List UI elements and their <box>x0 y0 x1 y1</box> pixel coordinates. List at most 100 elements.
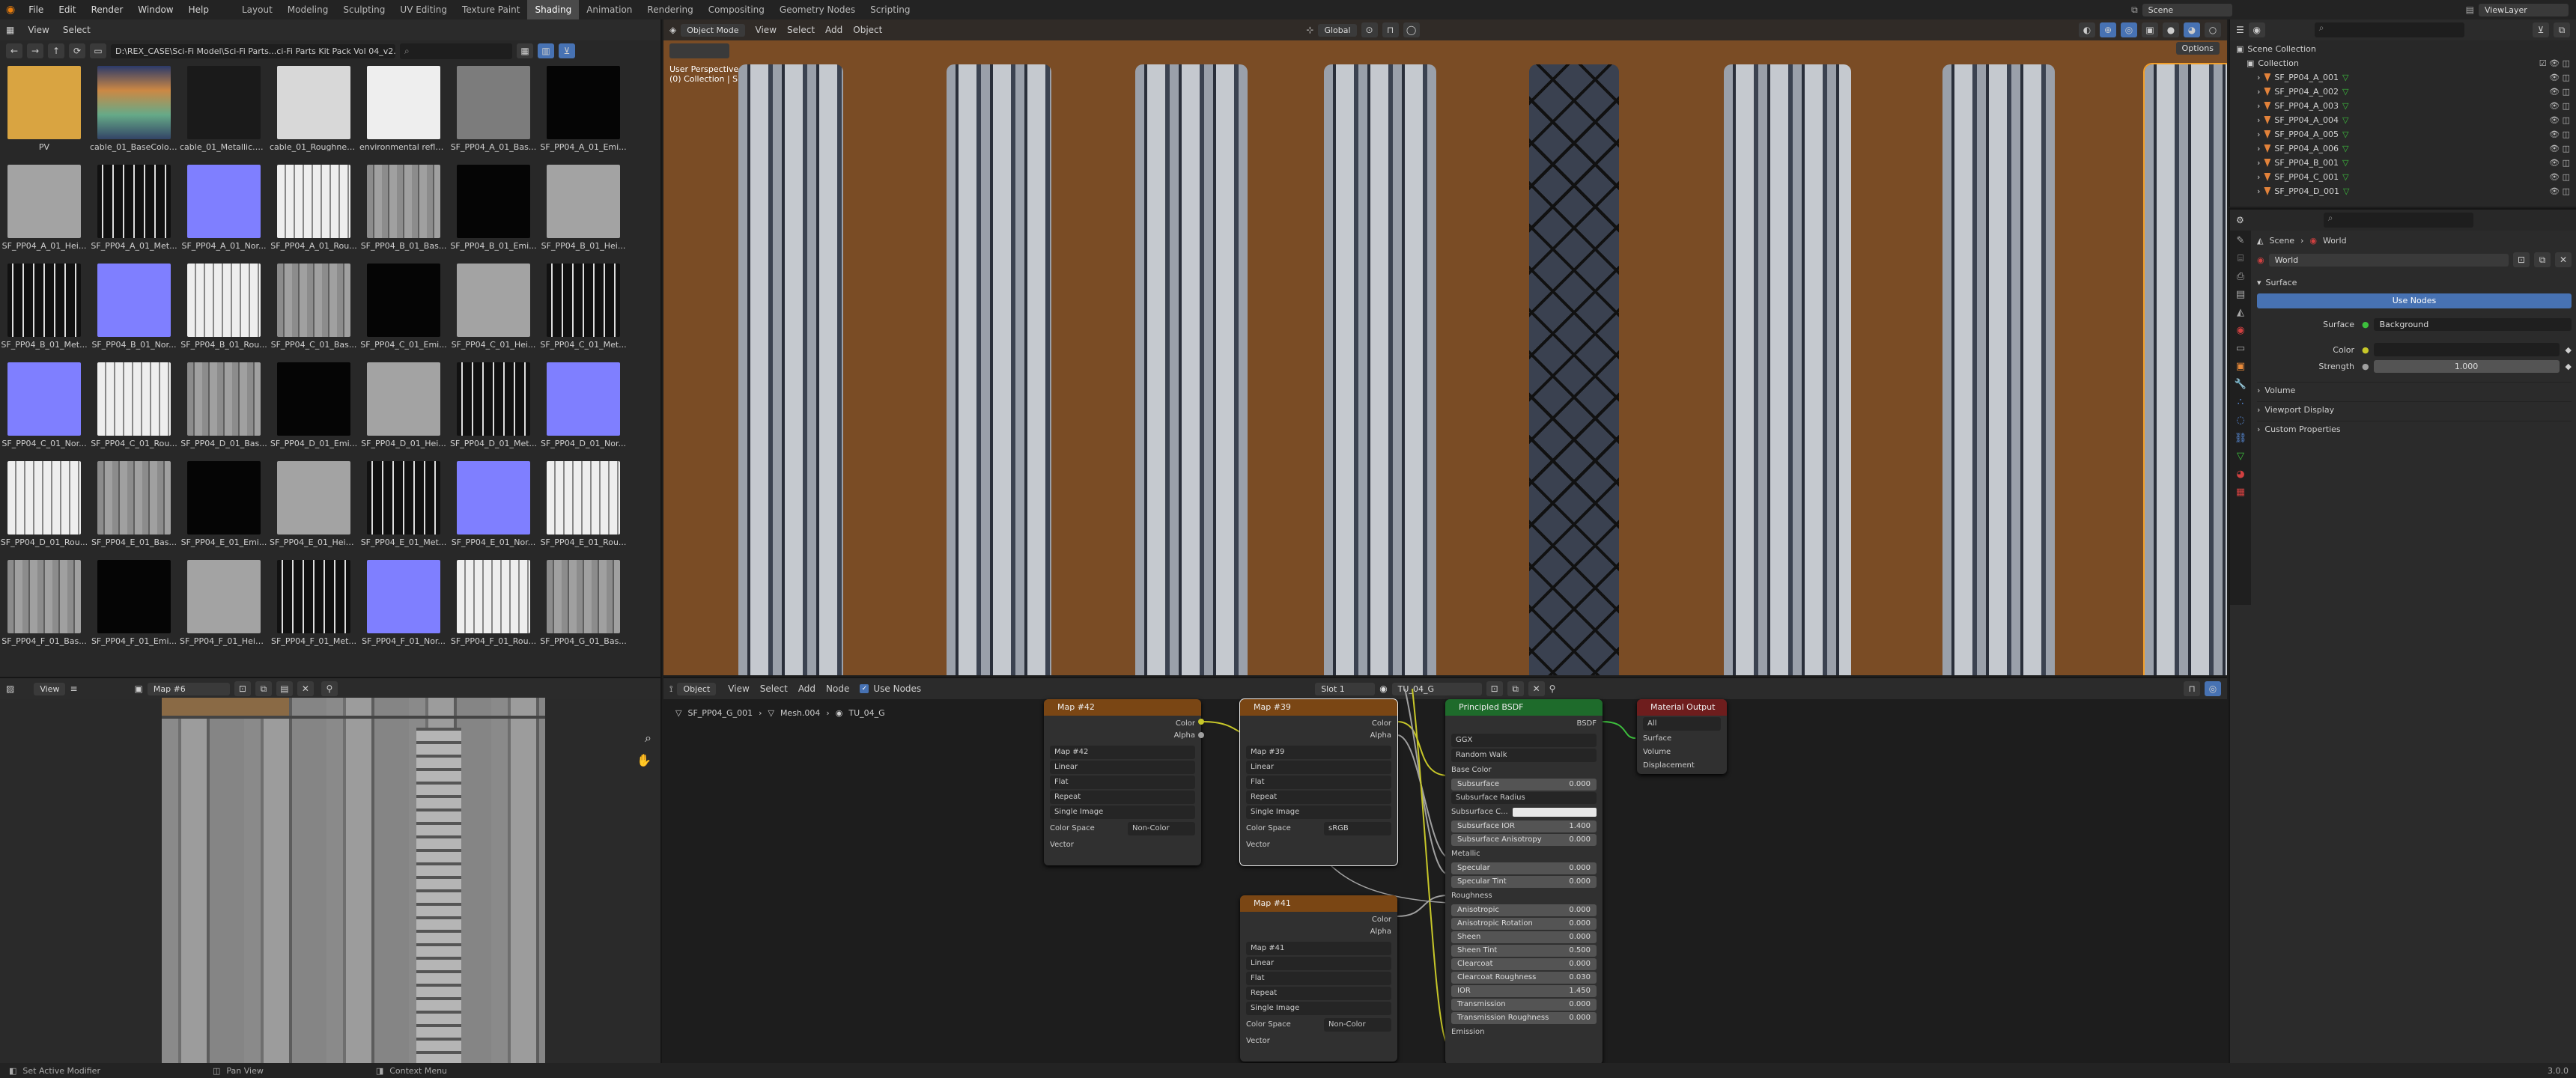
shader-node-editor[interactable]: ⟟ Object View Select Add Node ✓ Use Node… <box>663 677 2227 1063</box>
bsdf-input-anisotropic-rotation[interactable]: Anisotropic Rotation 0.000 <box>1451 918 1597 930</box>
shading-solid-icon[interactable]: ● <box>2163 22 2179 37</box>
socket-map42-color[interactable] <box>1198 719 1204 725</box>
output-tab-icon[interactable]: ⎙ <box>2237 271 2244 282</box>
gizmo-icon[interactable]: ⊕ <box>2100 22 2116 37</box>
file-thumbnail[interactable] <box>97 461 171 535</box>
scifi-pillar-object[interactable] <box>947 64 1051 675</box>
tab-uv-editing[interactable]: UV Editing <box>392 0 455 19</box>
file-thumbnail[interactable] <box>277 461 350 535</box>
shading-rendered-icon[interactable]: ○ <box>2205 22 2221 37</box>
bsdf-input-ior[interactable]: IOR 1.450 <box>1451 985 1597 997</box>
color-space-dropdown[interactable]: Non-Color <box>1324 1018 1391 1032</box>
file-thumbnail[interactable] <box>457 560 530 633</box>
overlay-icon[interactable]: ◎ <box>2121 22 2137 37</box>
file-thumbnail[interactable] <box>187 560 261 633</box>
file-thumbnail[interactable] <box>7 560 81 633</box>
expand-icon[interactable]: › <box>2257 156 2260 170</box>
menu-help[interactable]: Help <box>181 4 216 15</box>
vp-menu-select[interactable]: Select <box>787 25 815 35</box>
scifi-pillar-object[interactable] <box>1324 64 1436 675</box>
particles-tab-icon[interactable]: ∴ <box>2238 397 2244 408</box>
image-selector[interactable]: Map #6 <box>147 682 230 695</box>
target-dropdown[interactable]: All <box>1643 717 1721 731</box>
menu-render[interactable]: Render <box>84 4 131 15</box>
file-thumbnail[interactable] <box>367 165 440 238</box>
scene-tab-icon[interactable]: ◭ <box>2237 307 2244 318</box>
image-editor-icon[interactable]: ▨ <box>6 683 14 694</box>
extension-dropdown[interactable]: Repeat <box>1050 791 1195 804</box>
pin-icon[interactable]: ⚲ <box>321 681 338 696</box>
interpolation-dropdown[interactable]: Linear <box>1246 957 1391 970</box>
image-selector[interactable]: Map #39 <box>1246 746 1391 759</box>
scifi-pillar-object[interactable] <box>1942 64 2055 675</box>
tab-compositing[interactable]: Compositing <box>701 0 772 19</box>
file-thumbnail[interactable] <box>97 362 171 436</box>
bsdf-input-clearcoat[interactable]: Clearcoat 0.000 <box>1451 958 1597 970</box>
projection-dropdown[interactable]: Flat <box>1050 776 1195 789</box>
texture-tab-icon[interactable]: ▦ <box>2236 487 2245 498</box>
outliner-object-row[interactable]: › SF_PP04_A_006 ▽ 👁 ◫ <box>2236 141 2570 156</box>
file-thumbnail[interactable] <box>187 264 261 337</box>
file-thumbnail[interactable] <box>547 560 620 633</box>
file-thumbnail[interactable] <box>547 165 620 238</box>
tab-shading[interactable]: Shading <box>527 0 580 19</box>
viewport-editor-icon[interactable]: ◈ <box>669 25 676 35</box>
tab-scripting[interactable]: Scripting <box>863 0 917 19</box>
world-fake-user-icon[interactable]: ⊡ <box>2513 252 2530 267</box>
file-thumbnail[interactable] <box>367 264 440 337</box>
expand-icon[interactable]: › <box>2257 113 2260 127</box>
vp-menu-view[interactable]: View <box>756 25 777 35</box>
physics-tab-icon[interactable]: ◌ <box>2236 415 2244 426</box>
subsurface-method-dropdown[interactable]: Random Walk <box>1451 749 1597 762</box>
tool-tab-icon[interactable]: ✎ <box>2237 235 2245 246</box>
image-selector[interactable]: Map #42 <box>1050 746 1195 759</box>
world-tab-icon[interactable]: ◉ <box>2236 325 2244 336</box>
keyframe-icon[interactable]: ◆ <box>2566 345 2572 355</box>
outliner-object-row[interactable]: › SF_PP04_A_004 ▽ 👁 ◫ <box>2236 113 2570 127</box>
file-thumbnail[interactable] <box>7 264 81 337</box>
visibility-toggles[interactable]: 👁 ◫ <box>2518 85 2570 99</box>
outliner-object-row[interactable]: › SF_PP04_D_001 ▽ 👁 ◫ <box>2236 184 2570 198</box>
display-mode-icon[interactable]: ◉ <box>2248 22 2265 37</box>
bsdf-input-transmission[interactable]: Transmission 0.000 <box>1451 999 1597 1011</box>
refresh-icon[interactable]: ⟳ <box>69 43 85 58</box>
node-header[interactable]: Map #42 <box>1044 699 1201 716</box>
viewport-display-panel-header[interactable]: › Viewport Display <box>2257 401 2572 418</box>
menu-edit[interactable]: Edit <box>51 4 83 15</box>
bsdf-input-specular-tint[interactable]: Specular Tint 0.000 <box>1451 876 1597 888</box>
file-thumbnail[interactable] <box>277 165 350 238</box>
parent-dir-icon[interactable]: ↑ <box>48 43 64 58</box>
outliner-search[interactable]: ⌕ <box>2314 22 2464 37</box>
bsdf-input-subsurface[interactable]: Subsurface 0.000 <box>1451 779 1597 791</box>
properties-search[interactable]: ⌕ <box>2323 213 2473 228</box>
principled-bsdf-node[interactable]: Principled BSDF BSDF GGX Random Walk Bas… <box>1445 699 1603 1063</box>
bsdf-input-subsurface-anisotropy[interactable]: Subsurface Anisotropy 0.000 <box>1451 834 1597 846</box>
expand-icon[interactable]: › <box>2257 141 2260 156</box>
outliner-icon[interactable]: ☰ <box>2236 25 2244 35</box>
source-dropdown[interactable]: Single Image <box>1246 806 1391 819</box>
file-thumbnail[interactable] <box>277 264 350 337</box>
visibility-toggles[interactable]: 👁 ◫ <box>2518 113 2570 127</box>
menu-file[interactable]: File <box>21 4 51 15</box>
tool-selector[interactable] <box>669 43 729 58</box>
visibility-toggles[interactable]: 👁 ◫ <box>2518 170 2570 184</box>
bsdf-input-specular[interactable]: Specular 0.000 <box>1451 862 1597 874</box>
surface-panel-header[interactable]: ▾ Surface <box>2257 274 2572 290</box>
editor-type-icon[interactable]: ▦ <box>6 25 14 35</box>
bsdf-input-subsurface-ior[interactable]: Subsurface IOR 1.400 <box>1451 820 1597 832</box>
visibility-toggles[interactable]: 👁 ◫ <box>2518 156 2570 170</box>
object-tab-icon[interactable]: ▣ <box>2236 361 2245 372</box>
file-thumbnail[interactable] <box>457 362 530 436</box>
source-dropdown[interactable]: Single Image <box>1050 806 1195 819</box>
world-browse-icon[interactable]: ◉ <box>2257 255 2264 265</box>
file-thumbnail[interactable] <box>277 66 350 139</box>
surface-shader-selector[interactable]: Background <box>2373 317 2572 331</box>
distribution-dropdown[interactable]: GGX <box>1451 734 1597 747</box>
file-thumbnail[interactable] <box>367 362 440 436</box>
outliner-object-row[interactable]: › SF_PP04_A_002 ▽ 👁 ◫ <box>2236 85 2570 99</box>
expand-icon[interactable]: › <box>2257 184 2260 198</box>
node-header[interactable]: Map #39 <box>1240 699 1397 716</box>
volume-panel-header[interactable]: › Volume <box>2257 382 2572 398</box>
node-header[interactable]: Map #41 <box>1240 895 1397 912</box>
vp-menu-object[interactable]: Object <box>853 25 882 35</box>
